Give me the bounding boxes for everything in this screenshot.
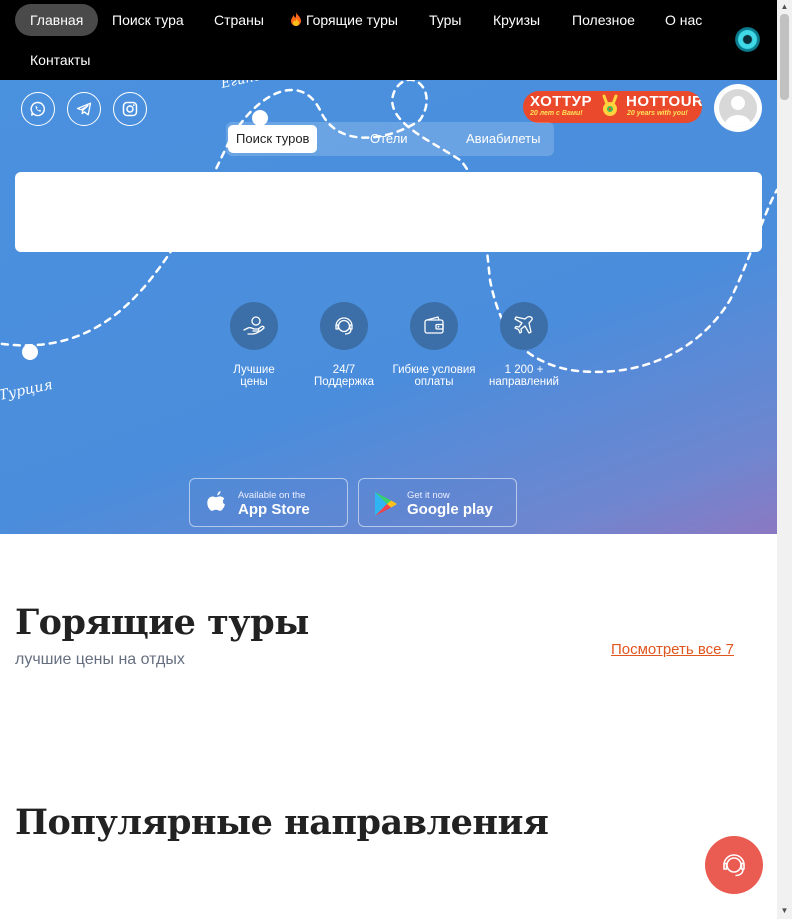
feature-icon-circle [320,302,368,350]
logo-text-ru: ХОТТУР [530,93,592,110]
logo-tagline-ru: 20 лет с Вами! [530,110,583,117]
nav-label: Поиск тура [112,12,184,28]
nav-item-contacts[interactable]: Контакты [15,44,105,76]
nav-item-about[interactable]: О нас [650,4,717,36]
app-store-caption: Available on the [238,490,306,501]
user-avatar[interactable] [714,84,762,132]
feature-label: Гибкие условия оплаты [392,364,476,388]
nav-item-tours[interactable]: Туры [414,4,476,36]
map-label-turkey: Турция [0,377,54,404]
logo-text-en: HOTTOUR [626,93,702,110]
scroll-up-arrow-icon[interactable]: ▲ [780,2,789,11]
whatsapp-icon [30,101,45,117]
page-scrollbar[interactable]: ▲ ▼ [777,0,792,919]
support-chat-button[interactable] [705,836,763,894]
instagram-icon [122,101,138,117]
tab-label: Поиск туров [236,131,310,146]
nav-label: Туры [429,12,462,28]
nav-label: Контакты [30,52,91,68]
tab-label: Авиабилеты [466,131,541,146]
nav-item-hot-tours[interactable]: Горящие туры [275,4,413,36]
google-play-title: Google play [407,501,493,518]
feature-icon-circle [500,302,548,350]
map-label-egypt: Египет [219,80,275,92]
app-store-button[interactable]: Available on the App Store [189,478,348,527]
google-play-caption: Get it now [407,490,450,501]
scrollbar-thumb[interactable] [780,14,789,100]
feature-icon-circle [410,302,458,350]
support-headset-icon [723,854,745,877]
instagram-button[interactable] [113,92,147,126]
feature-icon-circle [230,302,278,350]
feature-label: 1 200 + направлений [489,364,559,388]
tab-hotels[interactable]: Отели [362,125,416,153]
user-avatar-icon [719,89,757,127]
support-headset-icon [335,317,353,335]
nav-label: Горящие туры [306,12,398,28]
tab-label: Отели [370,131,408,146]
search-form-panel[interactable] [15,172,762,252]
apple-icon [207,491,225,511]
plane-icon [514,315,533,334]
nav-label: Страны [214,12,264,28]
logo-emblem-icon [602,94,618,116]
flame-icon [291,12,301,26]
feature-destinations: 1 200 + направлений [479,302,569,388]
nav-item-countries[interactable]: Страны [199,4,279,36]
telegram-icon [76,102,92,116]
nav-item-useful[interactable]: Полезное [557,4,650,36]
feature-best-prices: Лучшие цены [209,302,299,388]
nav-label: Полезное [572,12,635,28]
feature-label: 24/7 Поддержка [314,364,374,388]
nav-item-home[interactable]: Главная [15,4,99,36]
hot-tours-subtitle: лучшие цены на отдых [15,651,185,668]
feature-flexible-payment: Гибкие условия оплаты [389,302,479,388]
logo-tagline-en: 20 years with you! [627,110,688,117]
nav-label: О нас [665,12,703,28]
hero-section: Египет Турция ХОТТУР HOTTOUR 20 лет с Ва… [0,80,777,534]
see-all-hot-tours-link[interactable]: Посмотреть все 7 [611,641,734,658]
google-play-button[interactable]: Get it now Google play [358,478,517,527]
hottour-logo[interactable]: ХОТТУР HOTTOUR 20 лет с Вами! 20 years w… [523,91,702,123]
scroll-down-arrow-icon[interactable]: ▼ [780,906,789,915]
google-play-icon [375,492,397,516]
whatsapp-button[interactable] [21,92,55,126]
loading-spinner-icon [735,27,760,52]
nav-item-cruises[interactable]: Круизы [478,4,555,36]
nav-label: Главная [30,12,84,28]
telegram-button[interactable] [67,92,101,126]
hand-coin-icon [243,316,265,335]
hot-tours-title: Горящие туры [15,602,309,643]
search-type-tabs: Поиск туров Отели Авиабилеты [226,122,554,156]
app-store-title: App Store [238,501,310,518]
feature-label: Лучшие цены [233,364,275,388]
wallet-icon [424,316,444,334]
tab-flights[interactable]: Авиабилеты [458,125,548,153]
popular-destinations-title: Популярные направления [15,802,549,843]
top-navigation: Главная Поиск тура Страны Горящие туры Т… [0,0,777,80]
nav-item-tour-search[interactable]: Поиск тура [97,4,199,36]
tab-tour-search[interactable]: Поиск туров [228,125,318,153]
feature-support: 24/7 Поддержка [299,302,389,388]
nav-label: Круизы [493,12,541,28]
